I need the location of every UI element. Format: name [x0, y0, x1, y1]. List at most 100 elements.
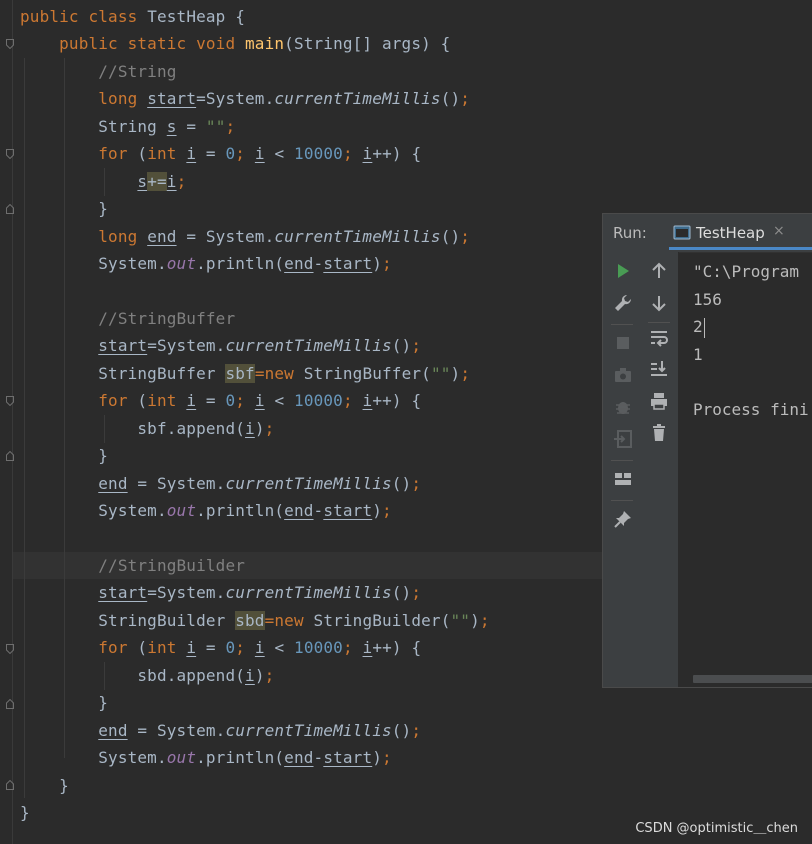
- console-line: "C:\Program: [693, 262, 799, 281]
- code-token: for: [98, 144, 138, 164]
- code-token: (): [440, 89, 461, 109]
- separator: [611, 324, 633, 325]
- code-line: System.out.println(end-start);: [20, 744, 392, 771]
- code-token: s: [137, 171, 148, 191]
- code-line: System.out.println(end-start);: [20, 250, 392, 277]
- code-token: }: [20, 693, 109, 713]
- code-token: public class: [20, 7, 148, 26]
- code-token: 0: [225, 391, 236, 411]
- code-token: }: [20, 775, 69, 795]
- code-token: = System.: [127, 473, 226, 493]
- code-token: for: [98, 391, 138, 411]
- code-token: int: [147, 144, 187, 164]
- code-line: for (int i = 0; i < 10000; i++) {: [20, 140, 421, 167]
- code-token: ;: [382, 501, 392, 521]
- tab-testheap[interactable]: TestHeap ×: [669, 214, 812, 250]
- scroll-to-end-icon[interactable]: [648, 358, 670, 380]
- code-token: StringBuilder(: [313, 610, 451, 630]
- code-token: ): [254, 665, 265, 685]
- code-token: StringBuffer(: [303, 363, 431, 383]
- code-token: i: [166, 171, 177, 191]
- code-token: i: [254, 144, 265, 164]
- layout-icon[interactable]: [612, 468, 634, 490]
- code-token: =: [254, 363, 265, 383]
- code-token: (): [391, 720, 412, 740]
- code-token: i: [362, 638, 373, 658]
- run-header: Run: TestHeap ×: [603, 214, 812, 253]
- exit-icon[interactable]: [612, 428, 634, 450]
- fold-end-icon[interactable]: [6, 780, 14, 790]
- gutter-divider: [12, 0, 13, 844]
- fold-marker-icon[interactable]: [6, 39, 14, 49]
- code-line: StringBuffer sbf=new StringBuffer("");: [20, 360, 470, 387]
- code-token: ;: [411, 336, 422, 356]
- code-token: end: [284, 501, 314, 521]
- run-tool-window[interactable]: Run: TestHeap × "C:\Program 156 2 1 Proc…: [602, 213, 812, 688]
- console-output[interactable]: "C:\Program 156 2 1 Process fini: [693, 258, 812, 423]
- code-token: ): [372, 748, 383, 768]
- code-token: <: [264, 638, 295, 658]
- code-token: i: [186, 144, 197, 164]
- code-line: start=System.currentTimeMillis();: [20, 579, 421, 606]
- fold-marker-icon[interactable]: [6, 396, 14, 406]
- pin-icon[interactable]: [612, 508, 634, 530]
- code-token: ;: [460, 89, 471, 109]
- code-line: end = System.currentTimeMillis();: [20, 470, 421, 497]
- rerun-icon[interactable]: [612, 260, 634, 282]
- print-icon[interactable]: [648, 390, 670, 412]
- code-token: end: [98, 473, 128, 493]
- fold-marker-icon[interactable]: [6, 644, 14, 654]
- code-line: long start=System.currentTimeMillis();: [20, 85, 470, 112]
- code-token: <: [264, 144, 295, 164]
- horizontal-scrollbar[interactable]: [693, 675, 812, 683]
- code-token: //StringBuffer: [98, 308, 236, 328]
- code-token: start: [323, 254, 373, 274]
- camera-icon[interactable]: [612, 364, 634, 386]
- code-token: "": [205, 116, 226, 136]
- code-token: ): [372, 254, 383, 274]
- code-token: ;: [382, 748, 392, 768]
- text-caret: [703, 317, 706, 338]
- debug-bug-icon[interactable]: [612, 396, 634, 418]
- code-token: }: [20, 803, 30, 823]
- code-token: i: [186, 391, 197, 411]
- code-token: sbf: [225, 363, 255, 383]
- code-token: out: [166, 501, 197, 521]
- code-token: ;: [225, 116, 236, 136]
- arrow-down-icon[interactable]: [648, 292, 670, 314]
- code-token: =: [196, 391, 226, 411]
- stop-icon[interactable]: [612, 332, 634, 354]
- wrench-icon[interactable]: [612, 292, 634, 314]
- soft-wrap-icon[interactable]: [648, 326, 670, 348]
- code-token: start: [98, 336, 148, 356]
- code-token: out: [166, 748, 197, 768]
- code-token: StringBuffer: [20, 363, 226, 383]
- close-icon[interactable]: ×: [773, 223, 785, 239]
- console-line-caret: 2: [693, 313, 812, 341]
- code-token: (): [391, 583, 412, 603]
- fold-end-icon[interactable]: [6, 204, 14, 214]
- code-token: int: [147, 638, 187, 658]
- code-token: .println(: [196, 501, 285, 521]
- code-token: ++) {: [372, 638, 422, 658]
- code-token: ): [470, 610, 480, 630]
- trash-icon[interactable]: [648, 422, 670, 444]
- code-token: (: [137, 144, 148, 164]
- code-token: i: [186, 638, 197, 658]
- code-line: //String: [20, 58, 177, 85]
- code-token: = System.: [176, 226, 275, 246]
- code-token: = System.: [127, 720, 226, 740]
- fold-end-icon[interactable]: [6, 699, 14, 709]
- code-line: }: [20, 689, 108, 716]
- fold-marker-icon[interactable]: [6, 149, 14, 159]
- code-token: start: [323, 501, 373, 521]
- arrow-up-icon[interactable]: [648, 260, 670, 282]
- code-token: (): [391, 336, 412, 356]
- fold-end-icon[interactable]: [6, 451, 14, 461]
- code-line: public static void main(String[] args) {: [20, 30, 450, 57]
- code-token: end: [284, 254, 314, 274]
- code-token: //String: [98, 61, 177, 81]
